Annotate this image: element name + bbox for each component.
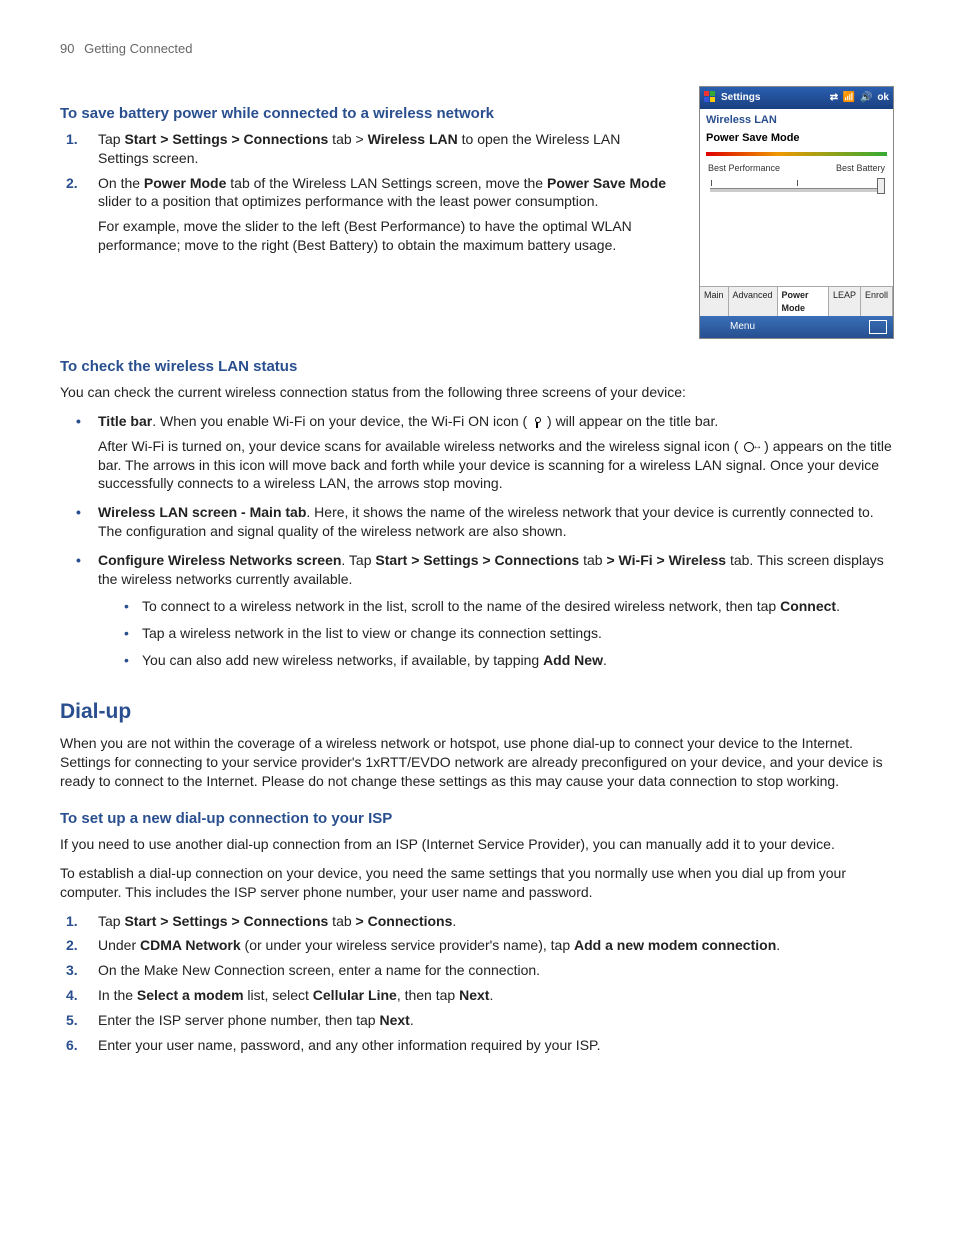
- bullet-title-bar: Title bar. When you enable Wi-Fi on your…: [88, 412, 894, 494]
- wifi-on-icon: [531, 415, 543, 429]
- heading-dialup: Dial-up: [60, 698, 894, 726]
- slider-left-label: Best Performance: [708, 162, 780, 174]
- keyboard-icon[interactable]: [869, 320, 887, 334]
- slider-thumb[interactable]: [877, 178, 885, 194]
- step-1: 1. Tap Start > Settings > Connections ta…: [88, 130, 673, 168]
- sub-view-change: Tap a wireless network in the list to vi…: [134, 624, 894, 643]
- ss-tabs: Main Advanced Power Mode LEAP Enroll: [700, 286, 893, 315]
- dialup-step-4: 4. In the Select a modem list, select Ce…: [88, 986, 894, 1005]
- dialup-step-1: 1. Tap Start > Settings > Connections ta…: [88, 912, 894, 931]
- step-number: 1.: [66, 130, 78, 149]
- step-2-note: For example, move the slider to the left…: [98, 217, 673, 255]
- heading-check-status: To check the wireless LAN status: [60, 357, 894, 377]
- ss-titlebar: Settings ⇄ 📶 🔊 ok: [700, 87, 893, 109]
- sub-add-new: You can also add new wireless networks, …: [134, 651, 894, 670]
- ss-gradient-bar: [706, 152, 887, 156]
- tab-power-mode[interactable]: Power Mode: [778, 287, 829, 315]
- page-number: 90: [60, 41, 74, 56]
- dialup-step-2: 2. Under CDMA Network (or under your wir…: [88, 936, 894, 955]
- power-save-slider[interactable]: [708, 176, 885, 198]
- dialup-step-5: 5. Enter the ISP server phone number, th…: [88, 1011, 894, 1030]
- slider-right-label: Best Battery: [836, 162, 885, 174]
- ss-screen-name: Wireless LAN: [700, 109, 893, 130]
- heading-setup-dialup: To set up a new dial-up connection to yo…: [60, 809, 894, 829]
- dialup-intro: When you are not within the coverage of …: [60, 734, 894, 791]
- volume-icon: 🔊: [860, 92, 872, 103]
- menu-button[interactable]: Menu: [730, 320, 755, 334]
- heading-save-battery: To save battery power while connected to…: [60, 104, 673, 124]
- ok-button[interactable]: ok: [877, 92, 889, 103]
- ss-tray: ⇄ 📶 🔊 ok: [828, 91, 889, 105]
- bullet-configure: Configure Wireless Networks screen. Tap …: [88, 551, 894, 669]
- tab-enroll[interactable]: Enroll: [861, 287, 893, 315]
- signal-icon: 📶: [843, 92, 855, 103]
- tab-advanced[interactable]: Advanced: [729, 287, 778, 315]
- chapter-title: Getting Connected: [84, 41, 192, 56]
- step-2: 2. On the Power Mode tab of the Wireless…: [88, 174, 673, 256]
- ss-title: Settings: [721, 91, 828, 105]
- step-number: 2.: [66, 174, 78, 193]
- page-header: 90 Getting Connected: [60, 40, 894, 58]
- connectivity-icon: ⇄: [830, 92, 838, 103]
- sec2-intro: You can check the current wireless conne…: [60, 383, 894, 402]
- dialup-p1: If you need to use another dial-up conne…: [60, 835, 894, 854]
- tab-main[interactable]: Main: [700, 287, 729, 315]
- bullet-title-bar-p2: After Wi-Fi is turned on, your device sc…: [98, 437, 894, 494]
- ss-menubar: Menu: [700, 316, 893, 338]
- sub-connect: To connect to a wireless network in the …: [134, 597, 894, 616]
- windows-logo-icon: [704, 91, 717, 104]
- wifi-scan-icon: [742, 440, 760, 454]
- device-screenshot: Settings ⇄ 📶 🔊 ok Wireless LAN Power Sav…: [699, 86, 894, 339]
- dialup-step-6: 6. Enter your user name, password, and a…: [88, 1036, 894, 1055]
- ss-subtitle: Power Save Mode: [700, 129, 893, 152]
- dialup-p2: To establish a dial-up connection on you…: [60, 864, 894, 902]
- tab-leap[interactable]: LEAP: [829, 287, 861, 315]
- bullet-wlan-main: Wireless LAN screen - Main tab. Here, it…: [88, 503, 894, 541]
- dialup-step-3: 3. On the Make New Connection screen, en…: [88, 961, 894, 980]
